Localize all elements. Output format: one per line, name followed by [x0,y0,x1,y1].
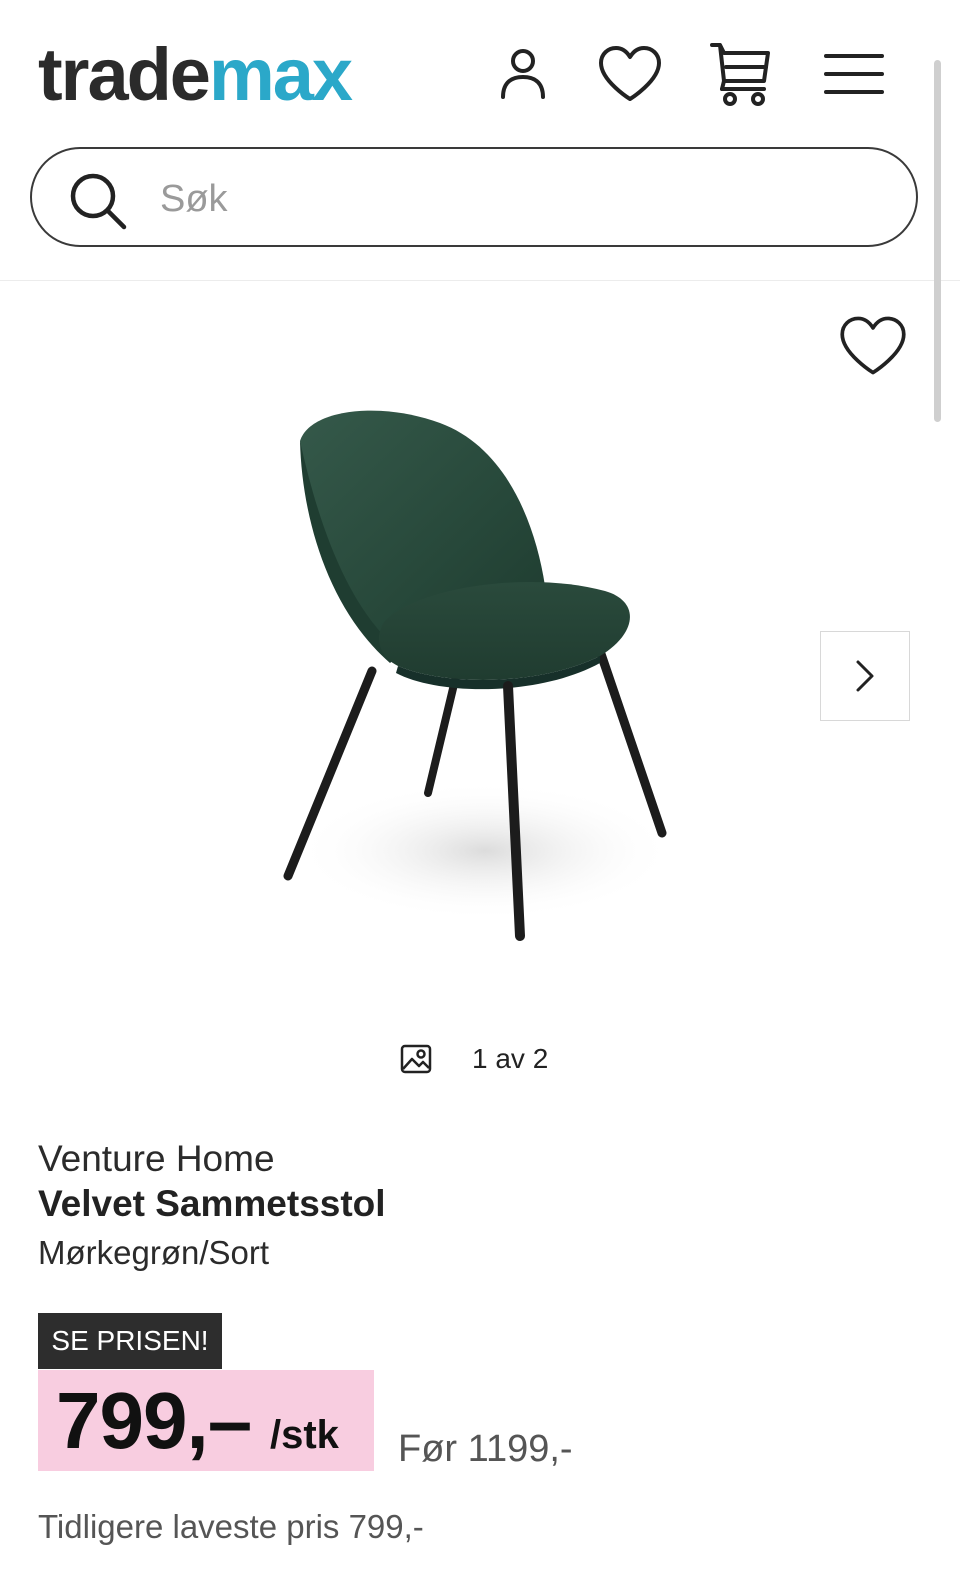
account-button[interactable] [487,38,559,110]
heart-icon [840,316,906,375]
product-brand[interactable]: Venture Home [38,1138,275,1180]
favorite-button[interactable] [838,315,908,377]
site-header: trademax [0,0,960,281]
before-price: Før 1199,- [398,1428,573,1470]
chevron-right-icon [856,660,874,692]
search-icon[interactable] [68,171,128,231]
wishlist-button[interactable] [594,38,666,110]
image-counter: 1 av 2 [400,1039,548,1079]
product-variant: Mørkegrøn/Sort [38,1234,270,1271]
product-name: Velvet Sammetsstol [38,1183,386,1224]
image-icon [400,1044,432,1074]
menu-button[interactable] [818,38,890,110]
current-price: 799,– [56,1376,252,1465]
menu-icon [824,54,884,94]
logo-part-trade: trade [38,33,211,116]
image-counter-text: 1 av 2 [472,1043,549,1074]
price-unit: /stk [270,1413,339,1457]
price-box: 799,– /stk [38,1370,374,1471]
next-image-button[interactable] [820,631,910,721]
search-bar[interactable] [30,147,918,247]
trademax-logo[interactable]: trademax [38,30,353,120]
product-image-chair[interactable] [270,401,690,961]
user-icon [501,49,545,99]
heart-icon [599,46,661,101]
product-gallery: 1 av 2 [0,281,960,1101]
cart-button[interactable] [704,38,776,110]
promo-badge: SE PRISEN! [38,1313,222,1369]
logo-part-max: max [208,33,353,116]
lowest-price-note: Tidligere laveste pris 799,- [38,1508,424,1545]
search-input[interactable] [158,167,882,231]
cart-icon [710,43,770,106]
